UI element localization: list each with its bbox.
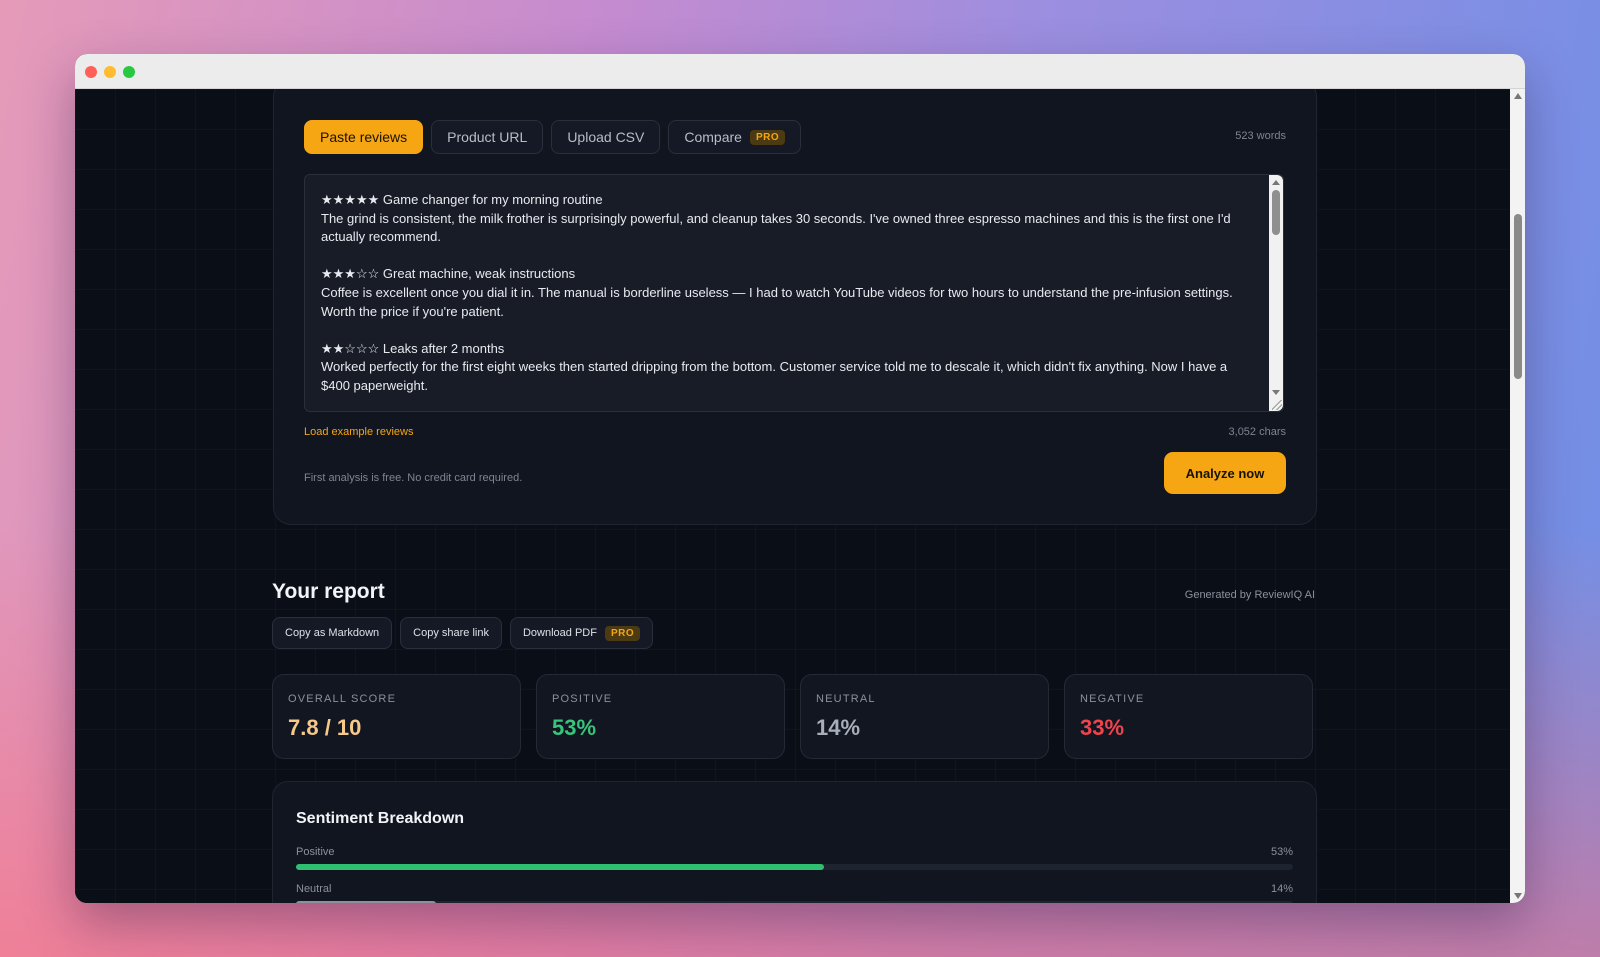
scroll-up-arrow-icon[interactable] (1514, 93, 1522, 99)
maximize-window-button[interactable] (123, 66, 135, 78)
button-label: Copy share link (413, 627, 489, 639)
bar-percent: 53% (1270, 846, 1293, 858)
page-scrollbar-thumb[interactable] (1514, 214, 1522, 379)
sentiment-row-neutral: Neutral 14% (296, 883, 1293, 903)
review-entry: ★★★☆☆ Great machine, weak instructions Co… (321, 265, 1249, 321)
stat-value: 53% (552, 715, 597, 740)
stat-label: OVERALL SCORE (288, 693, 397, 705)
button-label: Download PDF (522, 627, 597, 639)
review-title: Game changer for my morning routine (382, 192, 603, 207)
review-entry: ★★★★★ Game changer for my morning routin… (321, 191, 1249, 247)
stat-label: POSITIVE (552, 693, 613, 705)
tab-label: Paste reviews (320, 129, 408, 145)
tab-compare[interactable]: Compare PRO (668, 120, 802, 154)
review-entry: ★★☆☆☆ Leaks after 2 months Worked perfect… (321, 340, 1249, 396)
scrollbar-thumb[interactable] (1272, 190, 1280, 235)
review-input-card: Paste reviews Product URL Upload CSV Com… (273, 89, 1317, 525)
review-title: Leaks after 2 months (382, 340, 505, 356)
close-window-button[interactable] (85, 66, 97, 78)
stat-label: NEGATIVE (1080, 693, 1145, 705)
analyze-now-button[interactable]: Analyze now (1164, 452, 1286, 494)
copy-markdown-button[interactable]: Copy as Markdown (272, 617, 393, 649)
bar-track (296, 901, 1293, 903)
tab-label: Upload CSV (567, 129, 645, 145)
button-label: Analyze now (1185, 465, 1265, 481)
stat-value: 7.8 / 10 (288, 715, 362, 740)
bar-label: Positive (296, 846, 335, 858)
star-rating: ★★★★★ (321, 192, 380, 207)
stat-card-positive: POSITIVE 53% (536, 674, 785, 759)
scroll-down-arrow-icon[interactable] (1514, 893, 1522, 899)
tab-paste-reviews[interactable]: Paste reviews (304, 120, 424, 154)
minimize-window-button[interactable] (104, 66, 116, 78)
bar-percent: 14% (1270, 883, 1293, 895)
stat-cards: OVERALL SCORE 7.8 / 10 POSITIVE 53% NEUT… (272, 674, 1313, 759)
copy-share-link-button[interactable]: Copy share link (400, 617, 502, 649)
review-title: Great machine, weak instructions (382, 266, 576, 282)
word-count: 523 words (1235, 130, 1286, 142)
page-content: Paste reviews Product URL Upload CSV Com… (75, 89, 1510, 903)
review-body: The grind is consistent, the milk frothe… (321, 210, 1231, 245)
sentiment-title: Sentiment Breakdown (296, 810, 465, 827)
download-pdf-button[interactable]: Download PDF PRO (509, 617, 654, 649)
stat-label: NEUTRAL (816, 693, 876, 705)
tab-label: Compare (684, 129, 742, 145)
star-rating: ★★★☆☆ (321, 266, 380, 282)
load-example-link[interactable]: Load example reviews (304, 426, 413, 438)
pro-badge: PRO (749, 129, 786, 145)
bar-track (296, 864, 1293, 870)
stat-value: 14% (816, 715, 861, 740)
resize-grip-icon[interactable] (1272, 400, 1282, 410)
title-bar (75, 54, 1525, 89)
report-actions: Copy as Markdown Copy share link Downloa… (272, 617, 654, 649)
review-body: Worked perfectly for the first eight wee… (321, 359, 1228, 393)
reviews-textarea[interactable]: ★★★★★ Game changer for my morning routin… (304, 174, 1284, 412)
stat-value: 33% (1080, 715, 1125, 740)
pro-badge: PRO (604, 625, 641, 641)
positive-bar-fill (296, 864, 825, 870)
textarea-scrollbar[interactable] (1269, 175, 1283, 411)
neutral-bar-fill (296, 901, 436, 903)
tab-label: Product URL (447, 129, 528, 145)
tab-upload-csv[interactable]: Upload CSV (551, 120, 661, 154)
bar-label: Neutral (296, 883, 332, 895)
stat-card-negative: NEGATIVE 33% (1064, 674, 1313, 759)
stat-card-overall-score: OVERALL SCORE 7.8 / 10 (272, 674, 521, 759)
page-scrollbar[interactable] (1510, 89, 1525, 903)
scroll-down-arrow-icon[interactable] (1272, 390, 1280, 395)
input-mode-tabs: Paste reviews Product URL Upload CSV Com… (304, 120, 802, 154)
scroll-up-arrow-icon[interactable] (1272, 180, 1280, 185)
tab-product-url[interactable]: Product URL (431, 120, 544, 154)
browser-window: Paste reviews Product URL Upload CSV Com… (75, 54, 1525, 903)
generated-by-label: Generated by ReviewIQ AI (1184, 589, 1315, 601)
button-label: Copy as Markdown (285, 627, 380, 639)
review-body: Coffee is excellent once you dial it in.… (321, 284, 1233, 319)
sentiment-breakdown-card: Sentiment Breakdown Positive 53% Neutral… (272, 781, 1317, 903)
report-title: Your report (272, 580, 385, 603)
free-analysis-note: First analysis is free. No credit card r… (304, 472, 523, 484)
star-rating: ★★☆☆☆ (321, 340, 380, 356)
stat-card-neutral: NEUTRAL 14% (800, 674, 1049, 759)
char-count: 3,052 chars (1228, 426, 1286, 438)
sentiment-row-positive: Positive 53% (296, 846, 1293, 870)
